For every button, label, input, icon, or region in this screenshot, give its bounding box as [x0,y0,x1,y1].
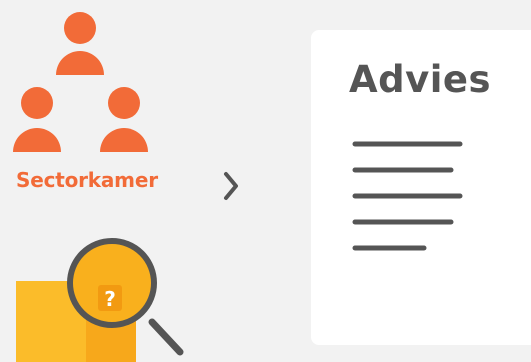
document-lines-icon [352,141,463,251]
folder-magnifier-icon: ? [16,238,184,362]
advies-document-card: Advies [311,30,531,345]
chevron-right-icon [224,172,238,200]
question-mark-symbol: ? [104,287,116,311]
diagram-canvas: Sectorkamer Advies ? [0,0,531,362]
